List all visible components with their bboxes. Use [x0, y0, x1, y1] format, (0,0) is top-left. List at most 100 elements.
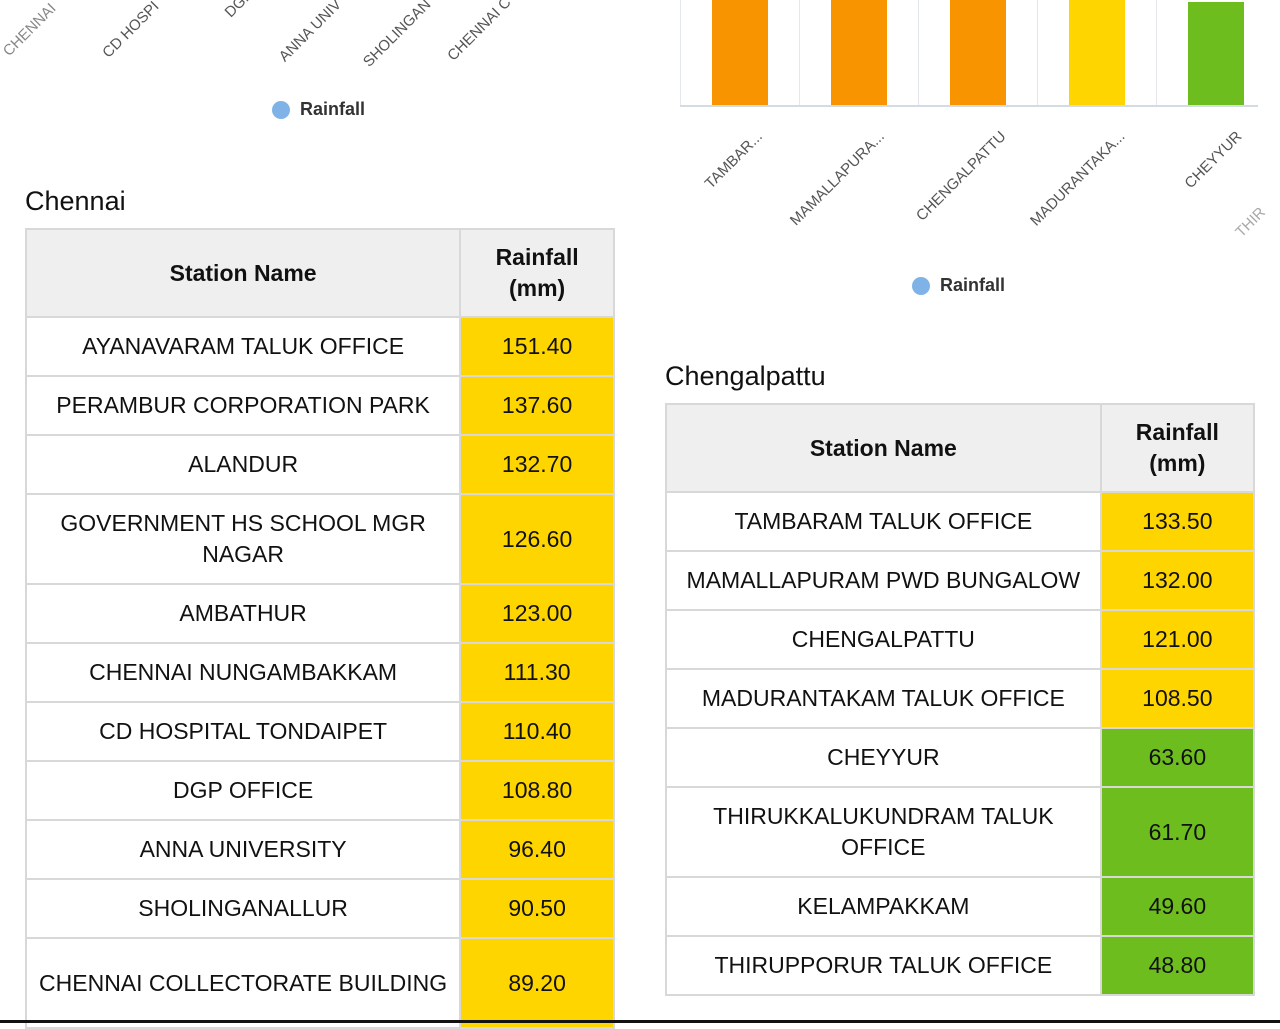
header-station-name: Station Name	[24, 228, 462, 318]
rainfall-value-cell: 63.60	[1099, 727, 1256, 788]
chart-legend[interactable]: Rainfall	[912, 275, 1005, 296]
station-name-cell: CHEYYUR	[665, 727, 1102, 788]
bar-4[interactable]	[1188, 2, 1244, 105]
header-rainfall-line1: Rainfall	[1135, 419, 1219, 445]
chennai-rainfall-table: Station Name Rainfall (mm) AYANAVARAM TAL…	[24, 228, 615, 1029]
rainfall-value-cell: 111.30	[459, 642, 615, 703]
header-rainfall: Rainfall (mm)	[1099, 403, 1256, 493]
table-row: MAMALLAPURAM PWD BUNGALOW 132.00	[665, 550, 1256, 611]
station-name-cell: CHENNAI COLLECTORATE BUILDING	[24, 937, 462, 1029]
chengalpattu-chart-x-axis: TAMBAR... MAMALLAPURA... CHENGALPATTU MA…	[640, 120, 1280, 241]
rainfall-value-cell: 126.60	[459, 493, 615, 585]
x-tick-label: CHEYYUR	[1181, 128, 1246, 192]
table-row: GOVERNMENT HS SCHOOL MGR NAGAR 126.60	[24, 493, 615, 585]
header-rainfall-unit: (mm)	[1149, 450, 1206, 476]
x-tick-label: SHOLINGAN	[359, 0, 435, 71]
station-name-cell: ANNA UNIVERSITY	[24, 819, 462, 880]
table-row: ANNA UNIVERSITY 96.40	[24, 819, 615, 880]
table-row: ALANDUR 132.70	[24, 434, 615, 495]
bar-3[interactable]	[1069, 0, 1125, 105]
table-row: PERAMBUR CORPORATION PARK 137.60	[24, 375, 615, 436]
header-rainfall: Rainfall (mm)	[459, 228, 615, 318]
legend-label: Rainfall	[300, 99, 366, 119]
station-name-cell: AYANAVARAM TALUK OFFICE	[24, 316, 462, 377]
header-rainfall-line1: Rainfall	[495, 244, 579, 270]
table-row: CD HOSPITAL TONDAIPET 110.40	[24, 701, 615, 762]
x-tick-label: TAMBAR...	[701, 128, 766, 193]
station-name-cell: KELAMPAKKAM	[665, 876, 1102, 937]
legend-dot-icon	[272, 100, 290, 119]
rainfall-value-cell: 132.00	[1099, 550, 1256, 611]
header-station-name: Station Name	[665, 403, 1102, 493]
table-row: MADURANTAKAM TALUK OFFICE 108.50	[665, 668, 1256, 729]
table-row: CHENGALPATTU 121.00	[665, 609, 1256, 670]
station-name-cell: CHENNAI NUNGAMBAKKAM	[24, 642, 462, 703]
bar-1[interactable]	[831, 0, 887, 105]
table-row: KELAMPAKKAM 49.60	[665, 876, 1256, 937]
rainfall-value-cell: 90.50	[459, 878, 615, 939]
station-name-cell: CHENGALPATTU	[665, 609, 1102, 670]
table-row: CHENNAI NUNGAMBAKKAM 111.30	[24, 642, 615, 703]
table-row: CHENNAI COLLECTORATE BUILDING 89.20	[24, 937, 615, 1029]
rainfall-value-cell: 49.60	[1099, 876, 1256, 937]
bar-0[interactable]	[712, 0, 768, 105]
table-row: SHOLINGANALLUR 90.50	[24, 878, 615, 939]
station-name-cell: DGP OFFICE	[24, 760, 462, 821]
table-row: THIRUPPORUR TALUK OFFICE 48.80	[665, 935, 1256, 996]
x-tick-label: CHENNAI	[0, 0, 60, 60]
x-tick-label: THIR	[1232, 204, 1270, 241]
x-axis-line	[680, 105, 1258, 107]
rainfall-value-cell: 110.40	[459, 701, 615, 762]
legend-label: Rainfall	[940, 275, 1006, 295]
chennai-panel: CHENNAI CD HOSPI DGP ANNA UNIV SHOLINGAN…	[0, 0, 640, 1029]
rainfall-value-cell: 137.60	[459, 375, 615, 436]
station-name-cell: MAMALLAPURAM PWD BUNGALOW	[665, 550, 1102, 611]
station-name-cell: GOVERNMENT HS SCHOOL MGR NAGAR	[24, 493, 462, 585]
station-name-cell: AMBATHUR	[24, 583, 462, 644]
x-tick-label: CHENNAI C	[444, 0, 515, 65]
legend-dot-icon	[912, 276, 930, 295]
station-name-cell: THIRUKKALUKUNDRAM TALUK OFFICE	[665, 786, 1102, 878]
section-title-chennai: Chennai	[25, 186, 126, 216]
rainfall-value-cell: 89.20	[459, 937, 615, 1029]
station-name-cell: TAMBARAM TALUK OFFICE	[665, 491, 1102, 552]
chart-legend[interactable]: Rainfall	[272, 99, 365, 120]
x-tick-label: ANNA UNIV	[275, 0, 345, 66]
x-tick-label: MADURANTAKA...	[1027, 128, 1129, 230]
rainfall-value-cell: 108.50	[1099, 668, 1256, 729]
rainfall-value-cell: 123.00	[459, 583, 615, 644]
station-name-cell: SHOLINGANALLUR	[24, 878, 462, 939]
rainfall-value-cell: 48.80	[1099, 935, 1256, 996]
table-header-row: Station Name Rainfall (mm)	[665, 403, 1256, 493]
station-name-cell: ALANDUR	[24, 434, 462, 495]
rainfall-value-cell: 96.40	[459, 819, 615, 880]
table-row: DGP OFFICE 108.80	[24, 760, 615, 821]
rainfall-value-cell: 121.00	[1099, 609, 1256, 670]
table-row: AMBATHUR 123.00	[24, 583, 615, 644]
station-name-cell: THIRUPPORUR TALUK OFFICE	[665, 935, 1102, 996]
chengalpattu-bar-chart	[680, 0, 1258, 107]
rainfall-value-cell: 151.40	[459, 316, 615, 377]
station-name-cell: CD HOSPITAL TONDAIPET	[24, 701, 462, 762]
rainfall-value-cell: 108.80	[459, 760, 615, 821]
rainfall-value-cell: 133.50	[1099, 491, 1256, 552]
bar-2[interactable]	[950, 0, 1006, 105]
rainfall-value-cell: 132.70	[459, 434, 615, 495]
x-tick-label: CD HOSPI	[99, 0, 163, 62]
chengalpattu-rainfall-table: Station Name Rainfall (mm) TAMBARAM TALUK…	[665, 403, 1256, 996]
rainfall-value-cell: 61.70	[1099, 786, 1256, 878]
table-row: CHEYYUR 63.60	[665, 727, 1256, 788]
x-tick-label: CHENGALPATTU	[912, 128, 1010, 225]
table-row: TAMBARAM TALUK OFFICE 133.50	[665, 491, 1256, 552]
table-header-row: Station Name Rainfall (mm)	[24, 228, 615, 318]
table-row: THIRUKKALUKUNDRAM TALUK OFFICE 61.70	[665, 786, 1256, 878]
section-title-chengalpattu: Chengalpattu	[665, 361, 826, 391]
station-name-cell: PERAMBUR CORPORATION PARK	[24, 375, 462, 436]
header-rainfall-unit: (mm)	[508, 275, 566, 301]
table-row: AYANAVARAM TALUK OFFICE 151.40	[24, 316, 615, 377]
chengalpattu-panel: TAMBAR... MAMALLAPURA... CHENGALPATTU MA…	[640, 0, 1280, 1023]
chennai-chart-x-axis: CHENNAI CD HOSPI DGP ANNA UNIV SHOLINGAN…	[0, 0, 640, 100]
x-tick-label: DGP	[221, 0, 257, 22]
station-name-cell: MADURANTAKAM TALUK OFFICE	[665, 668, 1102, 729]
x-tick-label: MAMALLAPURA...	[786, 128, 888, 230]
